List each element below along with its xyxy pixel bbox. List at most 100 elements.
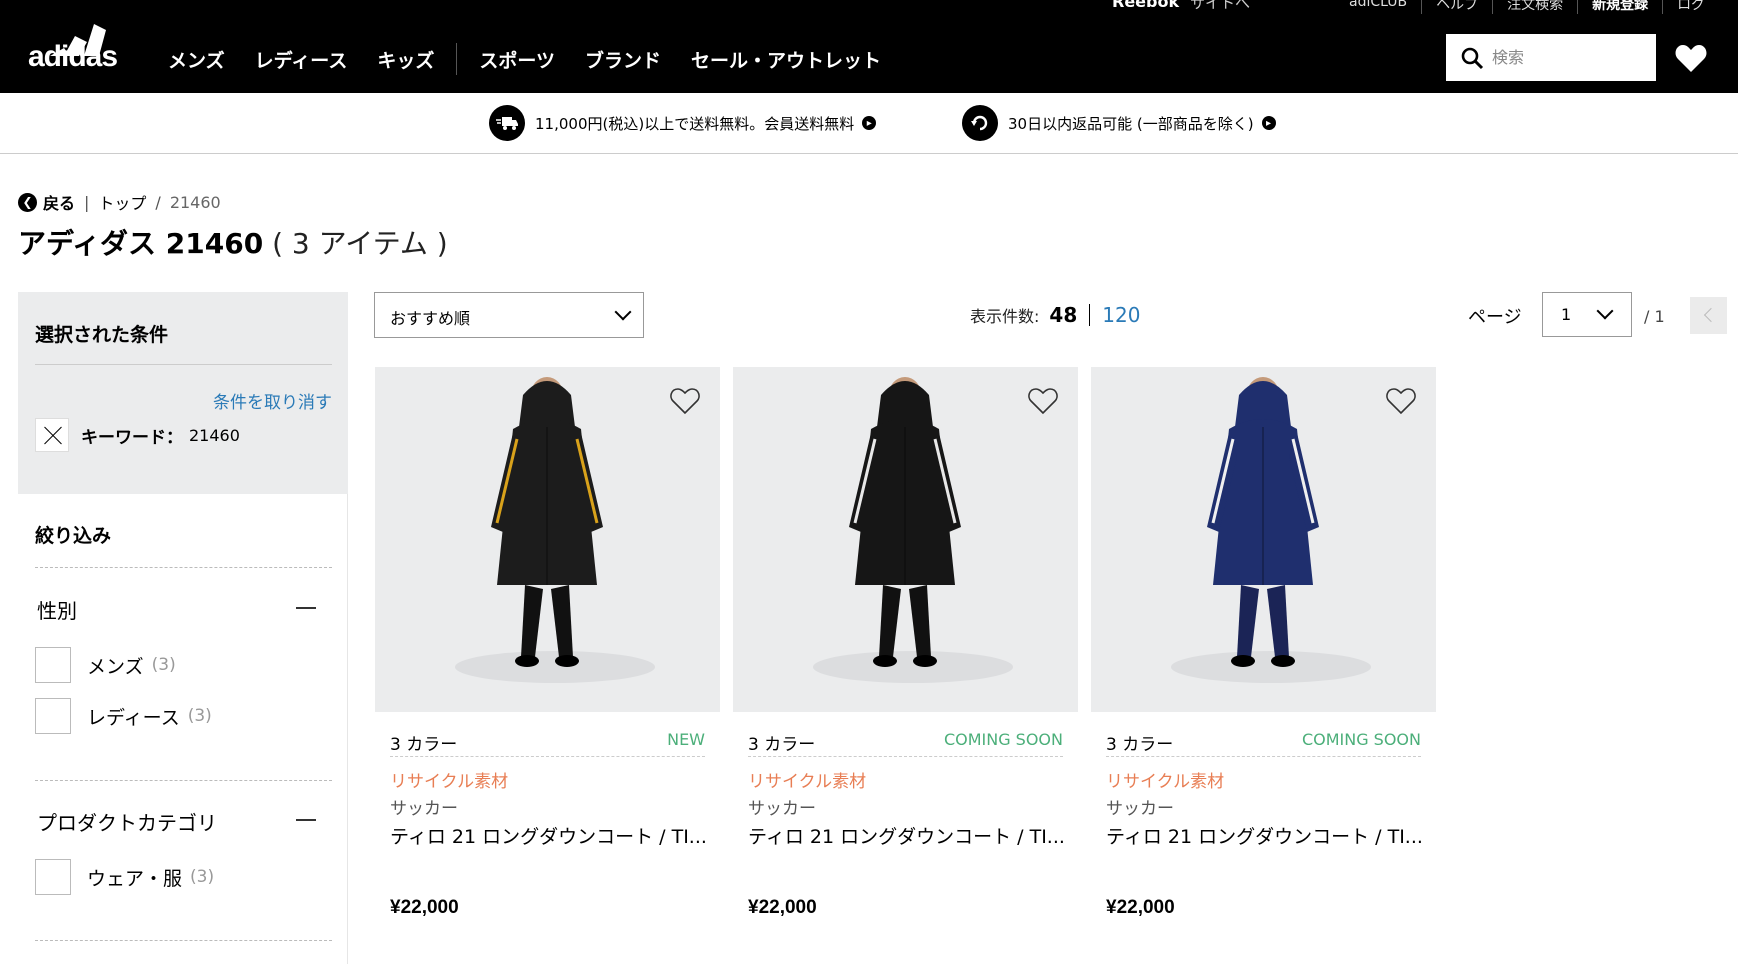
product-card[interactable]: 3 カラー COMING SOON リサイクル素材 サッカー ティロ 21 ロン… (1091, 367, 1436, 927)
keyword-filter-chip: キーワード： 21460 (35, 418, 240, 452)
filter-option-count: (3) (187, 706, 212, 726)
product-image[interactable] (375, 367, 720, 712)
product-badge: COMING SOON (943, 730, 1063, 749)
filter-option-count: (3) (151, 655, 176, 675)
divider (35, 364, 332, 365)
nav-sale[interactable]: セール・アウトレット (691, 46, 881, 73)
wishlist-heart-icon[interactable] (1028, 387, 1058, 415)
product-meta: 3 カラー NEW (390, 727, 705, 757)
product-colors[interactable]: 3 カラー (1106, 730, 1173, 755)
item-count: ( 3 アイテム ) (272, 227, 448, 260)
per-page-48[interactable]: 48 (1049, 303, 1077, 327)
product-card[interactable]: 3 カラー COMING SOON リサイクル素材 サッカー ティロ 21 ロン… (733, 367, 1078, 927)
nav-brands[interactable]: ブランド (585, 46, 661, 73)
nav-ladies[interactable]: レディース (255, 46, 348, 73)
product-material: リサイクル素材 (1106, 772, 1225, 792)
return-icon (962, 105, 998, 141)
divider (35, 567, 332, 568)
product-badge: NEW (667, 730, 705, 749)
keyword-label: キーワード： (81, 427, 183, 448)
reebok-site-link[interactable]: サイトへ (1190, 0, 1250, 13)
breadcrumb-separator: / (155, 192, 161, 212)
nav-mens[interactable]: メンズ (168, 46, 225, 73)
page-select[interactable]: 1 (1542, 292, 1632, 337)
product-material: リサイクル素材 (390, 772, 509, 792)
filter-option-label: ウェア・服 (87, 867, 183, 890)
facet-gender-title[interactable]: 性別 (37, 595, 77, 624)
product-sport: サッカー (748, 799, 816, 819)
product-meta: 3 カラー COMING SOON (1106, 727, 1421, 757)
breadcrumb-separator: | (84, 192, 90, 212)
main-nav: adidas メンズ レディース キッズ スポーツ ブランド セール・アウトレッ… (0, 24, 1738, 93)
remove-filter-icon[interactable] (35, 418, 69, 452)
breadcrumb-top[interactable]: トップ (98, 190, 146, 214)
wishlist-heart-icon[interactable] (1674, 42, 1708, 74)
utility-links: adiCLUB ヘルプ 注文検索 新規登録 ログ (1335, 0, 1719, 14)
refine-panel: 絞り込み 性別 メンズ (3) レディース (3) プロダクトカテゴリ ウェア・… (18, 494, 348, 964)
product-colors[interactable]: 3 カラー (748, 730, 815, 755)
checkbox[interactable] (35, 698, 71, 734)
chevron-right-icon: ▸ (1261, 116, 1276, 130)
promo-shipping-text: 11,000円(税込)以上で送料無料。会員送料無料 (535, 114, 855, 133)
product-card[interactable]: 3 カラー NEW リサイクル素材 サッカー ティロ 21 ロングダウンコート … (375, 367, 720, 927)
page-label: ページ (1468, 307, 1522, 328)
product-name[interactable]: ティロ 21 ロングダウンコート / TI... (390, 822, 708, 849)
filter-option-count: (3) (190, 867, 215, 887)
adidas-logo[interactable]: adidas (24, 0, 134, 88)
help-link[interactable]: ヘルプ (1422, 0, 1494, 14)
sort-select[interactable]: おすすめ順 (374, 292, 644, 338)
adiclub-link[interactable]: adiCLUB (1335, 0, 1423, 14)
filter-option-label: メンズ (87, 655, 144, 678)
breadcrumb: ❮ 戻る | トップ / 21460 (18, 190, 221, 214)
search-box (1446, 34, 1656, 81)
breadcrumb-back[interactable]: 戻る (43, 190, 75, 214)
product-price: ¥22,000 (390, 897, 459, 918)
filter-option-wear[interactable]: ウェア・服 (3) (35, 859, 214, 895)
product-name[interactable]: ティロ 21 ロングダウンコート / TI... (1106, 822, 1424, 849)
collapse-minus-icon[interactable] (296, 607, 316, 609)
nav-kids[interactable]: キッズ (377, 46, 434, 73)
login-link[interactable]: ログ (1663, 0, 1719, 14)
promo-shipping[interactable]: 11,000円(税込)以上で送料無料。会員送料無料 ▸ (489, 105, 877, 141)
wishlist-heart-icon[interactable] (670, 387, 700, 415)
per-page-label: 表示件数: (970, 307, 1040, 326)
clear-conditions-link[interactable]: 条件を取り消す (213, 388, 332, 413)
nav-sports[interactable]: スポーツ (479, 46, 555, 73)
divider (35, 780, 332, 781)
search-icon[interactable] (1460, 46, 1484, 70)
search-input[interactable] (1492, 42, 1642, 72)
selected-conditions-heading: 選択された条件 (35, 324, 169, 346)
checkbox[interactable] (35, 647, 71, 683)
promo-returns[interactable]: 30日以内返品可能 (一部商品を除く) ▸ (962, 105, 1276, 141)
product-image[interactable] (733, 367, 1078, 712)
product-image[interactable] (1091, 367, 1436, 712)
product-name[interactable]: ティロ 21 ロングダウンコート / TI... (748, 822, 1066, 849)
facet-category-title[interactable]: プロダクトカテゴリ (37, 807, 217, 836)
product-photo (1171, 377, 1371, 683)
product-photo (813, 377, 1013, 683)
chevron-left-icon (1703, 307, 1719, 323)
page-title: アディダス 21460 ( 3 アイテム ) (18, 222, 448, 262)
reebok-logo[interactable]: Reebok (1112, 0, 1179, 11)
collapse-minus-icon[interactable] (296, 819, 316, 821)
nav-divider (456, 43, 458, 75)
refine-heading: 絞り込み (35, 525, 112, 547)
back-arrow-icon[interactable]: ❮ (18, 192, 37, 212)
per-page-120[interactable]: 120 (1102, 303, 1140, 327)
filter-option-ladies[interactable]: レディース (3) (35, 698, 212, 734)
checkbox[interactable] (35, 859, 71, 895)
truck-icon (489, 105, 525, 141)
filter-option-mens[interactable]: メンズ (3) (35, 647, 176, 683)
order-search-link[interactable]: 注文検索 (1493, 0, 1579, 14)
product-colors[interactable]: 3 カラー (390, 730, 457, 755)
chevron-down-icon (614, 303, 632, 321)
wishlist-heart-icon[interactable] (1386, 387, 1416, 415)
product-sport: サッカー (1106, 799, 1174, 819)
per-page-control: 表示件数: 48 120 (970, 303, 1140, 327)
sort-value: おすすめ順 (390, 309, 471, 328)
product-badge: COMING SOON (1301, 730, 1421, 749)
prev-page-button[interactable] (1690, 297, 1727, 334)
register-link[interactable]: 新規登録 (1578, 0, 1664, 14)
filter-option-label: レディース (87, 706, 180, 729)
product-photo (455, 377, 655, 683)
